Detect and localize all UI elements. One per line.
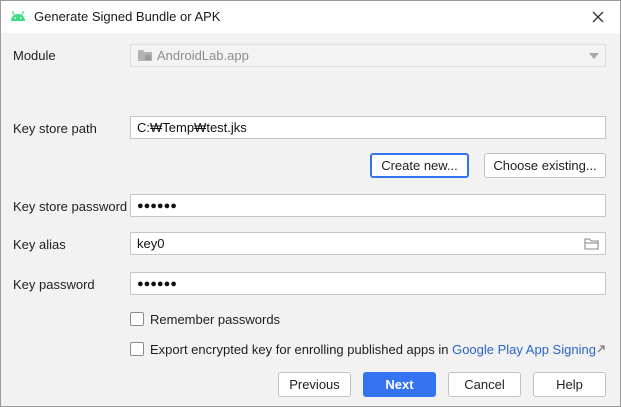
key-alias-value: key0 (137, 236, 165, 251)
close-button[interactable] (586, 5, 610, 29)
key-alias-input[interactable]: key0 (130, 232, 606, 255)
create-new-button[interactable]: Create new... (370, 153, 469, 178)
key-password-value: ●●●●●● (137, 277, 177, 290)
key-alias-label: Key alias (13, 237, 66, 252)
module-folder-icon (138, 50, 152, 61)
export-encrypted-key-checkbox[interactable] (130, 342, 144, 356)
export-encrypted-key-text: Export encrypted key for enrolling publi… (150, 342, 449, 357)
export-encrypted-key-label: Export encrypted key for enrolling publi… (150, 342, 596, 357)
key-store-password-input[interactable]: ●●●●●● (130, 194, 606, 217)
module-value: AndroidLab.app (157, 48, 249, 63)
help-button[interactable]: Help (533, 372, 606, 397)
key-store-password-value: ●●●●●● (137, 199, 177, 212)
choose-existing-button[interactable]: Choose existing... (484, 153, 606, 178)
key-store-path-input[interactable]: C:₩Temp₩test.jks (130, 116, 606, 139)
cancel-button[interactable]: Cancel (448, 372, 521, 397)
key-store-password-label: Key store password (13, 199, 128, 214)
android-icon (11, 10, 25, 21)
window-title: Generate Signed Bundle or APK (34, 9, 221, 24)
folder-icon[interactable] (584, 237, 599, 250)
google-play-app-signing-link[interactable]: Google Play App Signing (452, 342, 596, 357)
key-password-label: Key password (13, 277, 95, 292)
external-link-icon[interactable] (597, 345, 605, 353)
module-select[interactable]: AndroidLab.app (130, 44, 606, 67)
key-store-path-label: Key store path (13, 121, 97, 136)
next-button[interactable]: Next (363, 372, 436, 397)
generate-signed-bundle-dialog: Generate Signed Bundle or APK Module And… (0, 0, 621, 407)
title-bar: Generate Signed Bundle or APK (1, 1, 620, 33)
key-store-path-value: C:₩Temp₩test.jks (137, 120, 247, 135)
module-label: Module (13, 48, 56, 63)
chevron-down-icon (589, 52, 599, 59)
remember-passwords-label: Remember passwords (150, 312, 281, 327)
key-password-input[interactable]: ●●●●●● (130, 272, 606, 295)
previous-button[interactable]: Previous (278, 372, 351, 397)
remember-passwords-checkbox[interactable] (130, 312, 144, 326)
close-icon (592, 11, 604, 23)
